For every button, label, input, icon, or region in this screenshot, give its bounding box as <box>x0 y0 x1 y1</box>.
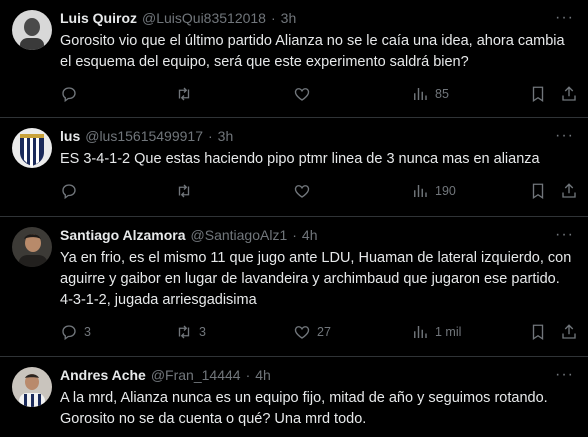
avatar[interactable] <box>12 10 52 50</box>
avatar[interactable] <box>12 128 52 168</box>
author-name[interactable]: lus <box>60 128 80 144</box>
author-name[interactable]: Luis Quiroz <box>60 10 137 26</box>
reply-button[interactable] <box>60 85 84 103</box>
bookmark-button[interactable] <box>529 182 547 200</box>
author-handle[interactable]: @LuisQui83512018 <box>142 10 266 26</box>
tweet-4[interactable]: Andres Ache @Fran_14444 · 4h ··· A la mr… <box>0 357 588 437</box>
tweet-header: lus @lus15615499917 · 3h <box>60 128 576 148</box>
tweet-header: Santiago Alzamora @SantiagoAlz1 · 4h <box>60 227 576 247</box>
like-button[interactable] <box>293 85 317 103</box>
tweet-actions: 190 <box>60 176 576 212</box>
reply-icon <box>62 184 76 200</box>
bookmark-icon <box>532 324 544 341</box>
retweet-icon <box>178 325 190 339</box>
separator-dot: · <box>270 10 276 26</box>
timestamp[interactable]: 4h <box>302 227 318 243</box>
more-icon[interactable]: ··· <box>555 10 574 26</box>
avatar[interactable] <box>12 227 52 267</box>
tweet-header: Andres Ache @Fran_14444 · 4h <box>60 367 576 387</box>
author-handle[interactable]: @Fran_14444 <box>151 367 241 383</box>
tweet-header: Luis Quiroz @LuisQui83512018 · 3h <box>60 10 576 30</box>
views-count: 1 mil <box>435 325 462 339</box>
retweet-icon <box>178 87 190 101</box>
timestamp[interactable]: 4h <box>255 367 271 383</box>
tweet-text: Ya en frio, es el mismo 11 que jugo ante… <box>60 250 572 308</box>
reply-icon <box>62 87 76 103</box>
tweet-actions: 85 <box>60 79 576 115</box>
timestamp[interactable]: 3h <box>281 10 297 26</box>
share-icon <box>562 183 576 198</box>
author-name[interactable]: Andres Ache <box>60 367 146 383</box>
like-count: 27 <box>317 325 331 339</box>
avatar[interactable] <box>12 367 52 407</box>
author-name[interactable]: Santiago Alzamora <box>60 227 186 243</box>
like-button[interactable] <box>293 182 317 200</box>
author-handle[interactable]: @lus15615499917 <box>85 128 203 144</box>
more-icon[interactable]: ··· <box>555 367 574 383</box>
views-count: 190 <box>435 184 456 198</box>
tweet-1[interactable]: Luis Quiroz @LuisQui83512018 · 3h ··· Go… <box>0 0 588 118</box>
tweet-text: A la mrd, Alianza nunca es un equipo fij… <box>60 390 548 427</box>
separator-dot: · <box>245 367 251 383</box>
like-icon <box>294 185 310 198</box>
tweet-2[interactable]: lus @lus15615499917 · 3h ··· ES 3-4-1-2 … <box>0 118 588 217</box>
bookmark-button[interactable] <box>529 85 547 103</box>
more-icon[interactable]: ··· <box>555 227 574 243</box>
separator-dot: · <box>292 227 297 243</box>
timestamp[interactable]: 3h <box>218 128 234 144</box>
like-icon <box>294 326 310 339</box>
share-icon <box>562 86 576 101</box>
bookmark-button[interactable] <box>529 323 547 341</box>
views-button[interactable]: 1 mil <box>411 323 461 341</box>
bookmark-icon <box>532 183 544 200</box>
views-button[interactable]: 190 <box>411 182 456 200</box>
tweet-text: Gorosito vio que el último partido Alian… <box>60 33 565 70</box>
retweet-icon <box>178 184 190 198</box>
separator-dot: · <box>208 128 213 144</box>
reply-button[interactable]: 3 <box>60 323 91 341</box>
share-button[interactable] <box>560 85 578 103</box>
reply-icon <box>62 325 76 341</box>
tweet-3[interactable]: Santiago Alzamora @SantiagoAlz1 · 4h ···… <box>0 217 588 357</box>
retweet-button[interactable] <box>175 182 199 200</box>
author-handle[interactable]: @SantiagoAlz1 <box>191 227 288 243</box>
views-icon <box>414 185 427 197</box>
retweet-count: 3 <box>199 325 206 339</box>
reply-count: 3 <box>84 325 91 339</box>
reply-button[interactable] <box>60 182 84 200</box>
tweet-actions: 3 3 27 1 mil <box>60 317 576 353</box>
share-button[interactable] <box>560 323 578 341</box>
share-button[interactable] <box>560 182 578 200</box>
retweet-button[interactable] <box>175 85 199 103</box>
more-icon[interactable]: ··· <box>555 128 574 144</box>
tweet-text: ES 3-4-1-2 Que estas haciendo pipo ptmr … <box>60 151 540 167</box>
views-count: 85 <box>435 87 449 101</box>
retweet-button[interactable]: 3 <box>175 323 206 341</box>
views-icon <box>414 326 427 338</box>
like-icon <box>294 88 310 101</box>
timeline-feed: Luis Quiroz @LuisQui83512018 · 3h ··· Go… <box>0 0 588 437</box>
views-button[interactable]: 85 <box>411 85 449 103</box>
views-icon <box>414 88 427 100</box>
like-button[interactable]: 27 <box>293 323 331 341</box>
bookmark-icon <box>532 86 544 103</box>
share-icon <box>562 324 576 339</box>
